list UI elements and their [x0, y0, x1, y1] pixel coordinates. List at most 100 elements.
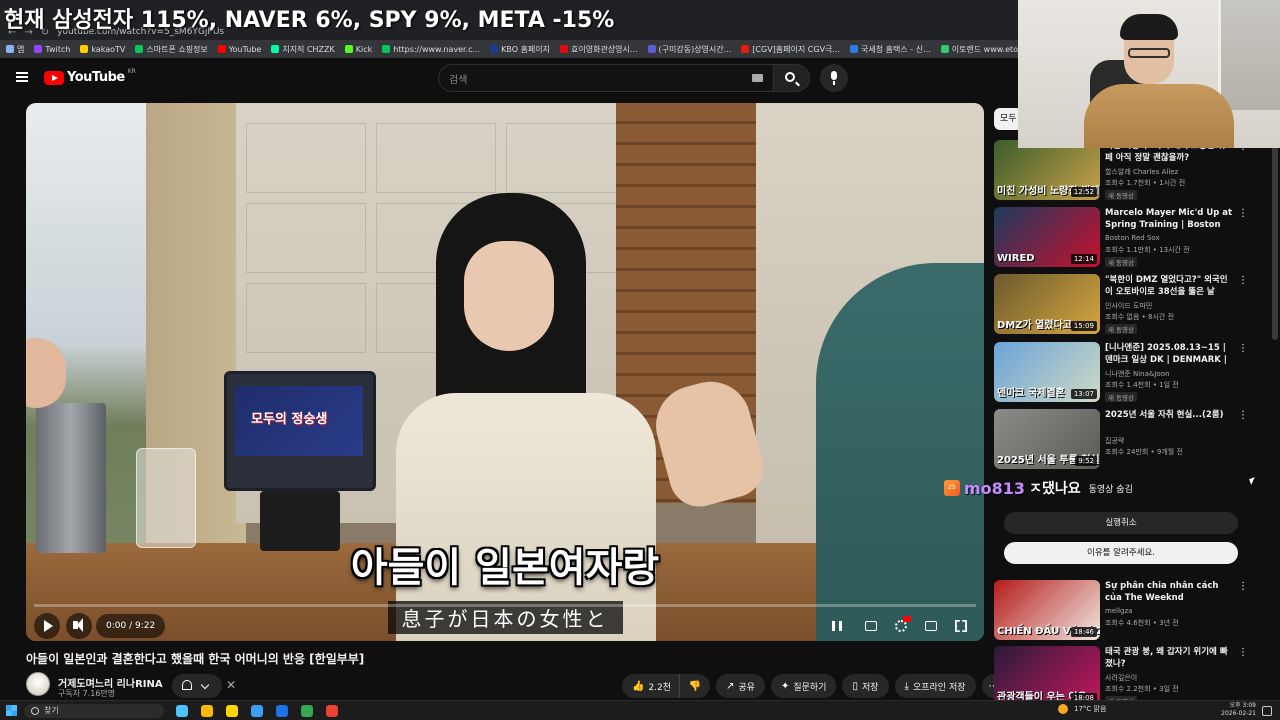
- bookmark-item[interactable]: 국세청 홈택스 - 신...: [850, 44, 931, 55]
- bookmark-item[interactable]: 치지직 CHZZK: [271, 44, 335, 55]
- taskbar-app-icon[interactable]: [176, 705, 188, 717]
- more-vertical-icon[interactable]: ⋮: [1238, 344, 1248, 354]
- video-duration: 12:52: [1070, 187, 1097, 197]
- search-input[interactable]: 검색: [438, 64, 774, 92]
- new-video-badge: 새 동영상: [1105, 190, 1137, 200]
- notification-icon[interactable]: [1262, 706, 1272, 716]
- video-thumbnail[interactable]: WIRED 12:14: [994, 207, 1100, 267]
- sidebar-scrollbar[interactable]: [1272, 140, 1278, 340]
- more-vertical-icon[interactable]: ⋮: [1238, 411, 1248, 421]
- recommendation-channel[interactable]: 할스알레 Charles Allez: [1105, 167, 1178, 177]
- youtube-logo[interactable]: YouTube KR: [44, 68, 136, 85]
- bookmark-item[interactable]: (구미강동)상영시간...: [647, 44, 731, 55]
- bookmark-item[interactable]: [CGV]홈페이지 CGV극...: [741, 44, 840, 55]
- recommendation-channel[interactable]: 니나앤준 Nina&Joon: [1105, 369, 1169, 379]
- taskbar-app-icon[interactable]: [201, 705, 213, 717]
- video-thumbnail[interactable]: 덴마크 국제결혼 13:07: [994, 342, 1100, 402]
- video-thumbnail[interactable]: 관광객들이 우는 이유 18:08: [994, 646, 1100, 706]
- more-vertical-icon[interactable]: ⋮: [1238, 648, 1248, 658]
- volume-button[interactable]: [66, 613, 92, 639]
- bookmark-item[interactable]: https://www.naver.c...: [382, 45, 480, 54]
- more-vertical-icon[interactable]: ⋮: [1238, 276, 1248, 286]
- thumbnail-caption: DMZ가 열렸다고?: [997, 320, 1078, 331]
- video-thumbnail[interactable]: 2025년 서울 투룸 현실 9:52: [994, 409, 1100, 469]
- video-thumbnail[interactable]: CHIẾN ĐẤU VỚI ÁC QUỶ18:46: [994, 580, 1100, 640]
- subtitles-icon: [865, 621, 877, 631]
- save-button[interactable]: ▯ 저장: [842, 674, 889, 698]
- recommendation-title[interactable]: Sự phân chia nhân cách của The Weeknd: [1105, 580, 1233, 604]
- weather-text[interactable]: 17°C 맑음: [1074, 704, 1106, 714]
- settings-button[interactable]: [890, 615, 912, 637]
- bookmark-item[interactable]: 앱: [6, 44, 24, 55]
- recommendation-item[interactable]: DMZ가 열렸다고? 15:09 "북한이 DMZ 열었다고?" 외국인이 오토바이…: [994, 274, 1250, 334]
- close-icon[interactable]: ✕: [226, 678, 236, 692]
- recommendation-title[interactable]: 2025년 서울 자취 현실...(2룸): [1105, 409, 1233, 421]
- recommendation-meta: 조회수 4.6천회 • 3년 전: [1105, 619, 1179, 627]
- new-video-badge: 새 동영상: [1105, 324, 1137, 334]
- recommendation-title[interactable]: [니나앤준] 2025.08.13~15 | 덴마크 일상 DK | DENMA…: [1105, 342, 1233, 366]
- recommendation-title[interactable]: Marcelo Mayer Mic'd Up at Spring Trainin…: [1105, 207, 1233, 231]
- more-vertical-icon[interactable]: ⋮: [1238, 582, 1248, 592]
- share-label: 공유: [738, 682, 755, 693]
- bookmark-item[interactable]: 이토랜드 www.etoi...: [940, 44, 1020, 55]
- video-thumbnail[interactable]: 미친 가성비 노량진 뷔페 12:52: [994, 140, 1100, 200]
- keyboard-icon[interactable]: [752, 74, 763, 82]
- taskbar-app-icon[interactable]: [251, 705, 263, 717]
- theater-mode-button[interactable]: [920, 615, 942, 637]
- recommendation-channel[interactable]: 사려깊은이: [1105, 673, 1137, 683]
- channel-avatar[interactable]: [26, 672, 50, 696]
- recommendation-item[interactable]: 관광객들이 우는 이유 18:08 태국 관광 붕, 왜 갑자기 위기에 빠졌나? 사…: [994, 646, 1250, 706]
- time-display: 0:00 / 9:22: [96, 614, 166, 638]
- bookmark-item[interactable]: 스마트폰 쇼핑정보: [135, 44, 208, 55]
- more-vertical-icon[interactable]: ⋮: [1238, 209, 1248, 219]
- bookmark-item[interactable]: Kick: [344, 45, 372, 54]
- undo-button[interactable]: 실행취소: [1004, 512, 1238, 534]
- bookmark-item[interactable]: Twitch: [34, 45, 70, 54]
- recommendation-item[interactable]: 미친 가성비 노량진 뷔페12:52미친 가성비! 가격 대비 노량진 뷔페 아…: [994, 140, 1250, 200]
- taskbar-clock[interactable]: 오후 3:09 2026-02-21: [1216, 702, 1256, 718]
- bookmark-favicon-icon: [741, 45, 750, 53]
- bookmark-favicon-icon: [850, 45, 859, 53]
- video-player[interactable]: 모두의 정숭생 아들이 일본여자랑 息子が日本の女性と 0:00 / 9:22: [26, 103, 984, 641]
- search-button[interactable]: [774, 64, 810, 92]
- bookmark-item[interactable]: 효이영화관상영시...: [560, 44, 638, 55]
- taskbar-app-icon[interactable]: [326, 705, 338, 717]
- menu-icon[interactable]: [16, 72, 28, 82]
- autoplay-toggle[interactable]: [826, 615, 848, 637]
- bookmark-item[interactable]: kakaoTV: [80, 45, 125, 54]
- download-button[interactable]: ⤓ 오프라인 저장: [894, 674, 976, 698]
- webcam-glasses: [1128, 48, 1170, 58]
- bookmark-favicon-icon: [217, 45, 226, 53]
- recommendation-channel[interactable]: 집공략: [1105, 436, 1124, 446]
- bookmark-favicon-icon: [34, 45, 43, 53]
- dislike-button[interactable]: 👎: [680, 674, 710, 698]
- progress-bar[interactable]: [34, 604, 976, 607]
- like-button[interactable]: 👍 2.2천: [622, 674, 680, 698]
- taskbar-app-icon[interactable]: [301, 705, 313, 717]
- recommendation-channel[interactable]: mellgza: [1105, 607, 1132, 615]
- voice-search-button[interactable]: [820, 64, 848, 92]
- taskbar-search[interactable]: 찾기: [24, 704, 164, 718]
- video-thumbnail[interactable]: DMZ가 열렸다고? 15:09: [994, 274, 1100, 334]
- share-button[interactable]: ↗ 공유: [716, 674, 765, 698]
- fullscreen-button[interactable]: [950, 615, 972, 637]
- subtitles-button[interactable]: [860, 615, 882, 637]
- recommendation-item[interactable]: CHIẾN ĐẤU VỚI ÁC QUỶ18:46Sự phân chia nh…: [994, 580, 1250, 640]
- taskbar-app-icon[interactable]: [226, 705, 238, 717]
- recommendation-item[interactable]: 덴마크 국제결혼 13:07 [니나앤준] 2025.08.13~15 | 덴마크 …: [994, 342, 1250, 402]
- ask-button[interactable]: ✦ 질문하기: [770, 674, 837, 698]
- bookmark-item[interactable]: KBO 홈페이지: [490, 44, 550, 55]
- play-button[interactable]: [34, 613, 60, 639]
- taskbar-app-icon[interactable]: [276, 705, 288, 717]
- recommendation-title[interactable]: 태국 관광 붕, 왜 갑자기 위기에 빠졌나?: [1105, 646, 1233, 670]
- recommendation-channel[interactable]: Boston Red Sox: [1105, 234, 1160, 242]
- recommendation-title[interactable]: "북한이 DMZ 열었다고?" 외국인이 오토바이로 38선을 뚫은 날: [1105, 274, 1233, 298]
- bookmark-item[interactable]: YouTube: [217, 45, 261, 54]
- video-duration: 9:52: [1075, 456, 1097, 466]
- windows-start-icon[interactable]: [6, 705, 17, 716]
- recommendation-item[interactable]: WIRED 12:14 Marcelo Mayer Mic'd Up at Spri…: [994, 207, 1250, 267]
- recommendation-channel[interactable]: 인사이드 도파민: [1105, 301, 1152, 311]
- tell-reason-button[interactable]: 이유를 알려주세요.: [1004, 542, 1238, 564]
- recommendation-item[interactable]: 2025년 서울 투룸 현실 9:52 2025년 서울 자취 현실...(2룸) 집…: [994, 409, 1250, 469]
- subscription-bell-button[interactable]: [172, 674, 222, 698]
